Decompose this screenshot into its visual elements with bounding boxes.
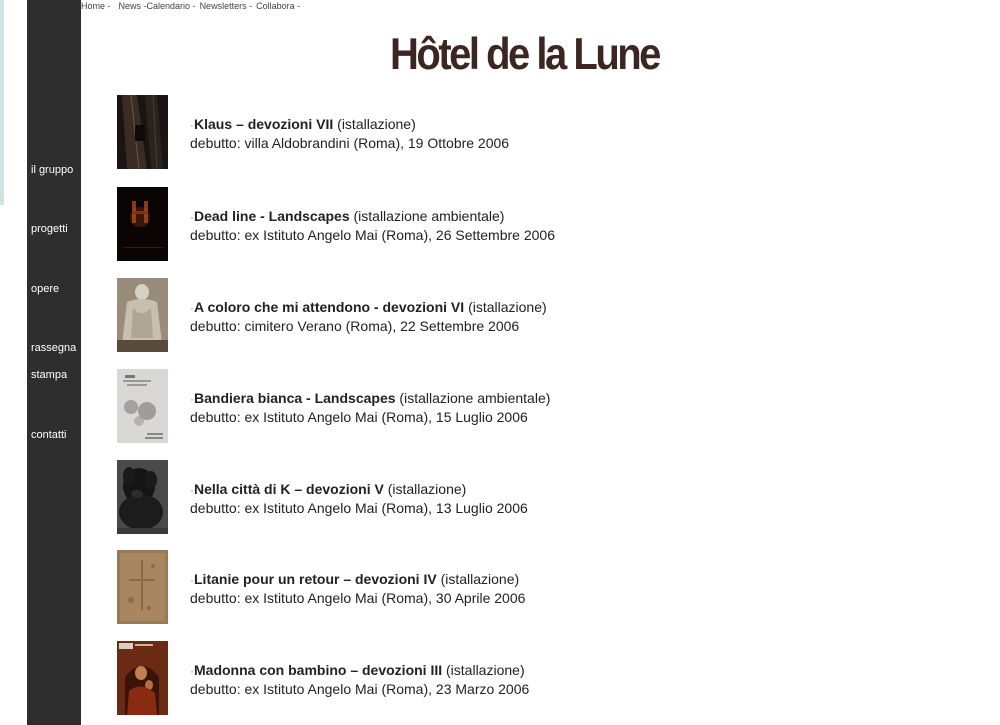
- nav-link-calendario[interactable]: Calendario -: [147, 1, 196, 11]
- work-title[interactable]: Dead line - Landscapes: [194, 208, 350, 224]
- sidebar-item-progetti[interactable]: progetti: [31, 223, 68, 235]
- left-edge-strip: [0, 0, 4, 205]
- sidebar: il gruppo progetti opere rassegna stampa…: [27, 0, 81, 725]
- nav-link-news[interactable]: News -: [119, 1, 147, 11]
- dark-corridor-photo[interactable]: [117, 95, 168, 169]
- work-item: ·Madonna con bambino – devozioni III (is…: [117, 641, 817, 716]
- dog-photo[interactable]: [117, 460, 168, 534]
- parchment-photo[interactable]: [117, 550, 168, 624]
- nav-link-newsletters[interactable]: Newsletters -: [200, 1, 253, 11]
- flyer-photo[interactable]: [117, 369, 168, 443]
- sidebar-item-opere[interactable]: opere: [31, 283, 59, 295]
- sidebar-item-il-gruppo[interactable]: il gruppo: [31, 164, 73, 176]
- work-type: (istallazione): [440, 571, 520, 587]
- work-type: (istallazione): [337, 116, 416, 132]
- work-title[interactable]: Nella città di K – devozioni V: [194, 481, 384, 497]
- work-title[interactable]: Klaus – devozioni VII: [194, 116, 333, 132]
- work-type: (istallazione): [387, 481, 467, 497]
- work-debut: debutto: ex Istituto Angelo Mai (Roma), …: [190, 590, 526, 606]
- sidebar-item-rassegna[interactable]: rassegna: [31, 342, 76, 354]
- work-item: ·A coloro che mi attendono - devozioni V…: [117, 278, 817, 353]
- statue-photo[interactable]: [117, 278, 168, 352]
- work-type: (istallazione): [468, 299, 547, 315]
- site-logo[interactable]: Hôtel de la Lune: [390, 30, 661, 80]
- work-item: ·Litanie pour un retour – devozioni IV (…: [117, 550, 817, 625]
- dark-candlelight-photo[interactable]: [117, 187, 168, 261]
- work-debut: debutto: ex Istituto Angelo Mai (Roma), …: [190, 681, 530, 697]
- work-item: ·Klaus – devozioni VII (istallazione) de…: [117, 95, 817, 170]
- work-title[interactable]: Litanie pour un retour – devozioni IV: [194, 571, 437, 587]
- work-title[interactable]: A coloro che mi attendono - devozioni VI: [194, 299, 464, 315]
- work-debut: debutto: villa Aldobrandini (Roma), 19 O…: [190, 135, 510, 151]
- work-debut: debutto: ex Istituto Angelo Mai (Roma), …: [190, 409, 528, 425]
- work-debut: debutto: cimitero Verano (Roma), 22 Sett…: [190, 318, 520, 334]
- work-debut: debutto: ex Istituto Angelo Mai (Roma), …: [190, 500, 528, 516]
- madonna-icon-photo[interactable]: [117, 641, 168, 715]
- sidebar-item-contatti[interactable]: contatti: [31, 429, 66, 441]
- work-title[interactable]: Madonna con bambino – devozioni III: [194, 662, 442, 678]
- nav-link-home[interactable]: Home -: [81, 1, 111, 11]
- work-item: ·Dead line - Landscapes (istallazione am…: [117, 187, 817, 262]
- work-type: (istallazione ambientale): [399, 390, 551, 406]
- work-title[interactable]: Bandiera bianca - Landscapes: [194, 390, 396, 406]
- sidebar-item-stampa[interactable]: stampa: [31, 369, 67, 381]
- nav-link-collabora[interactable]: Collabora -: [256, 1, 300, 11]
- work-item: ·Nella città di K – devozioni V (istalla…: [117, 460, 817, 535]
- work-type: (istallazione ambientale): [353, 208, 505, 224]
- top-nav: Home - News -Calendario - Newsletters - Col…: [81, 1, 304, 11]
- work-debut: debutto: ex Istituto Angelo Mai (Roma), …: [190, 227, 555, 243]
- work-item: ·Bandiera bianca - Landscapes (istallazi…: [117, 369, 817, 444]
- work-type: (istallazione): [446, 662, 525, 678]
